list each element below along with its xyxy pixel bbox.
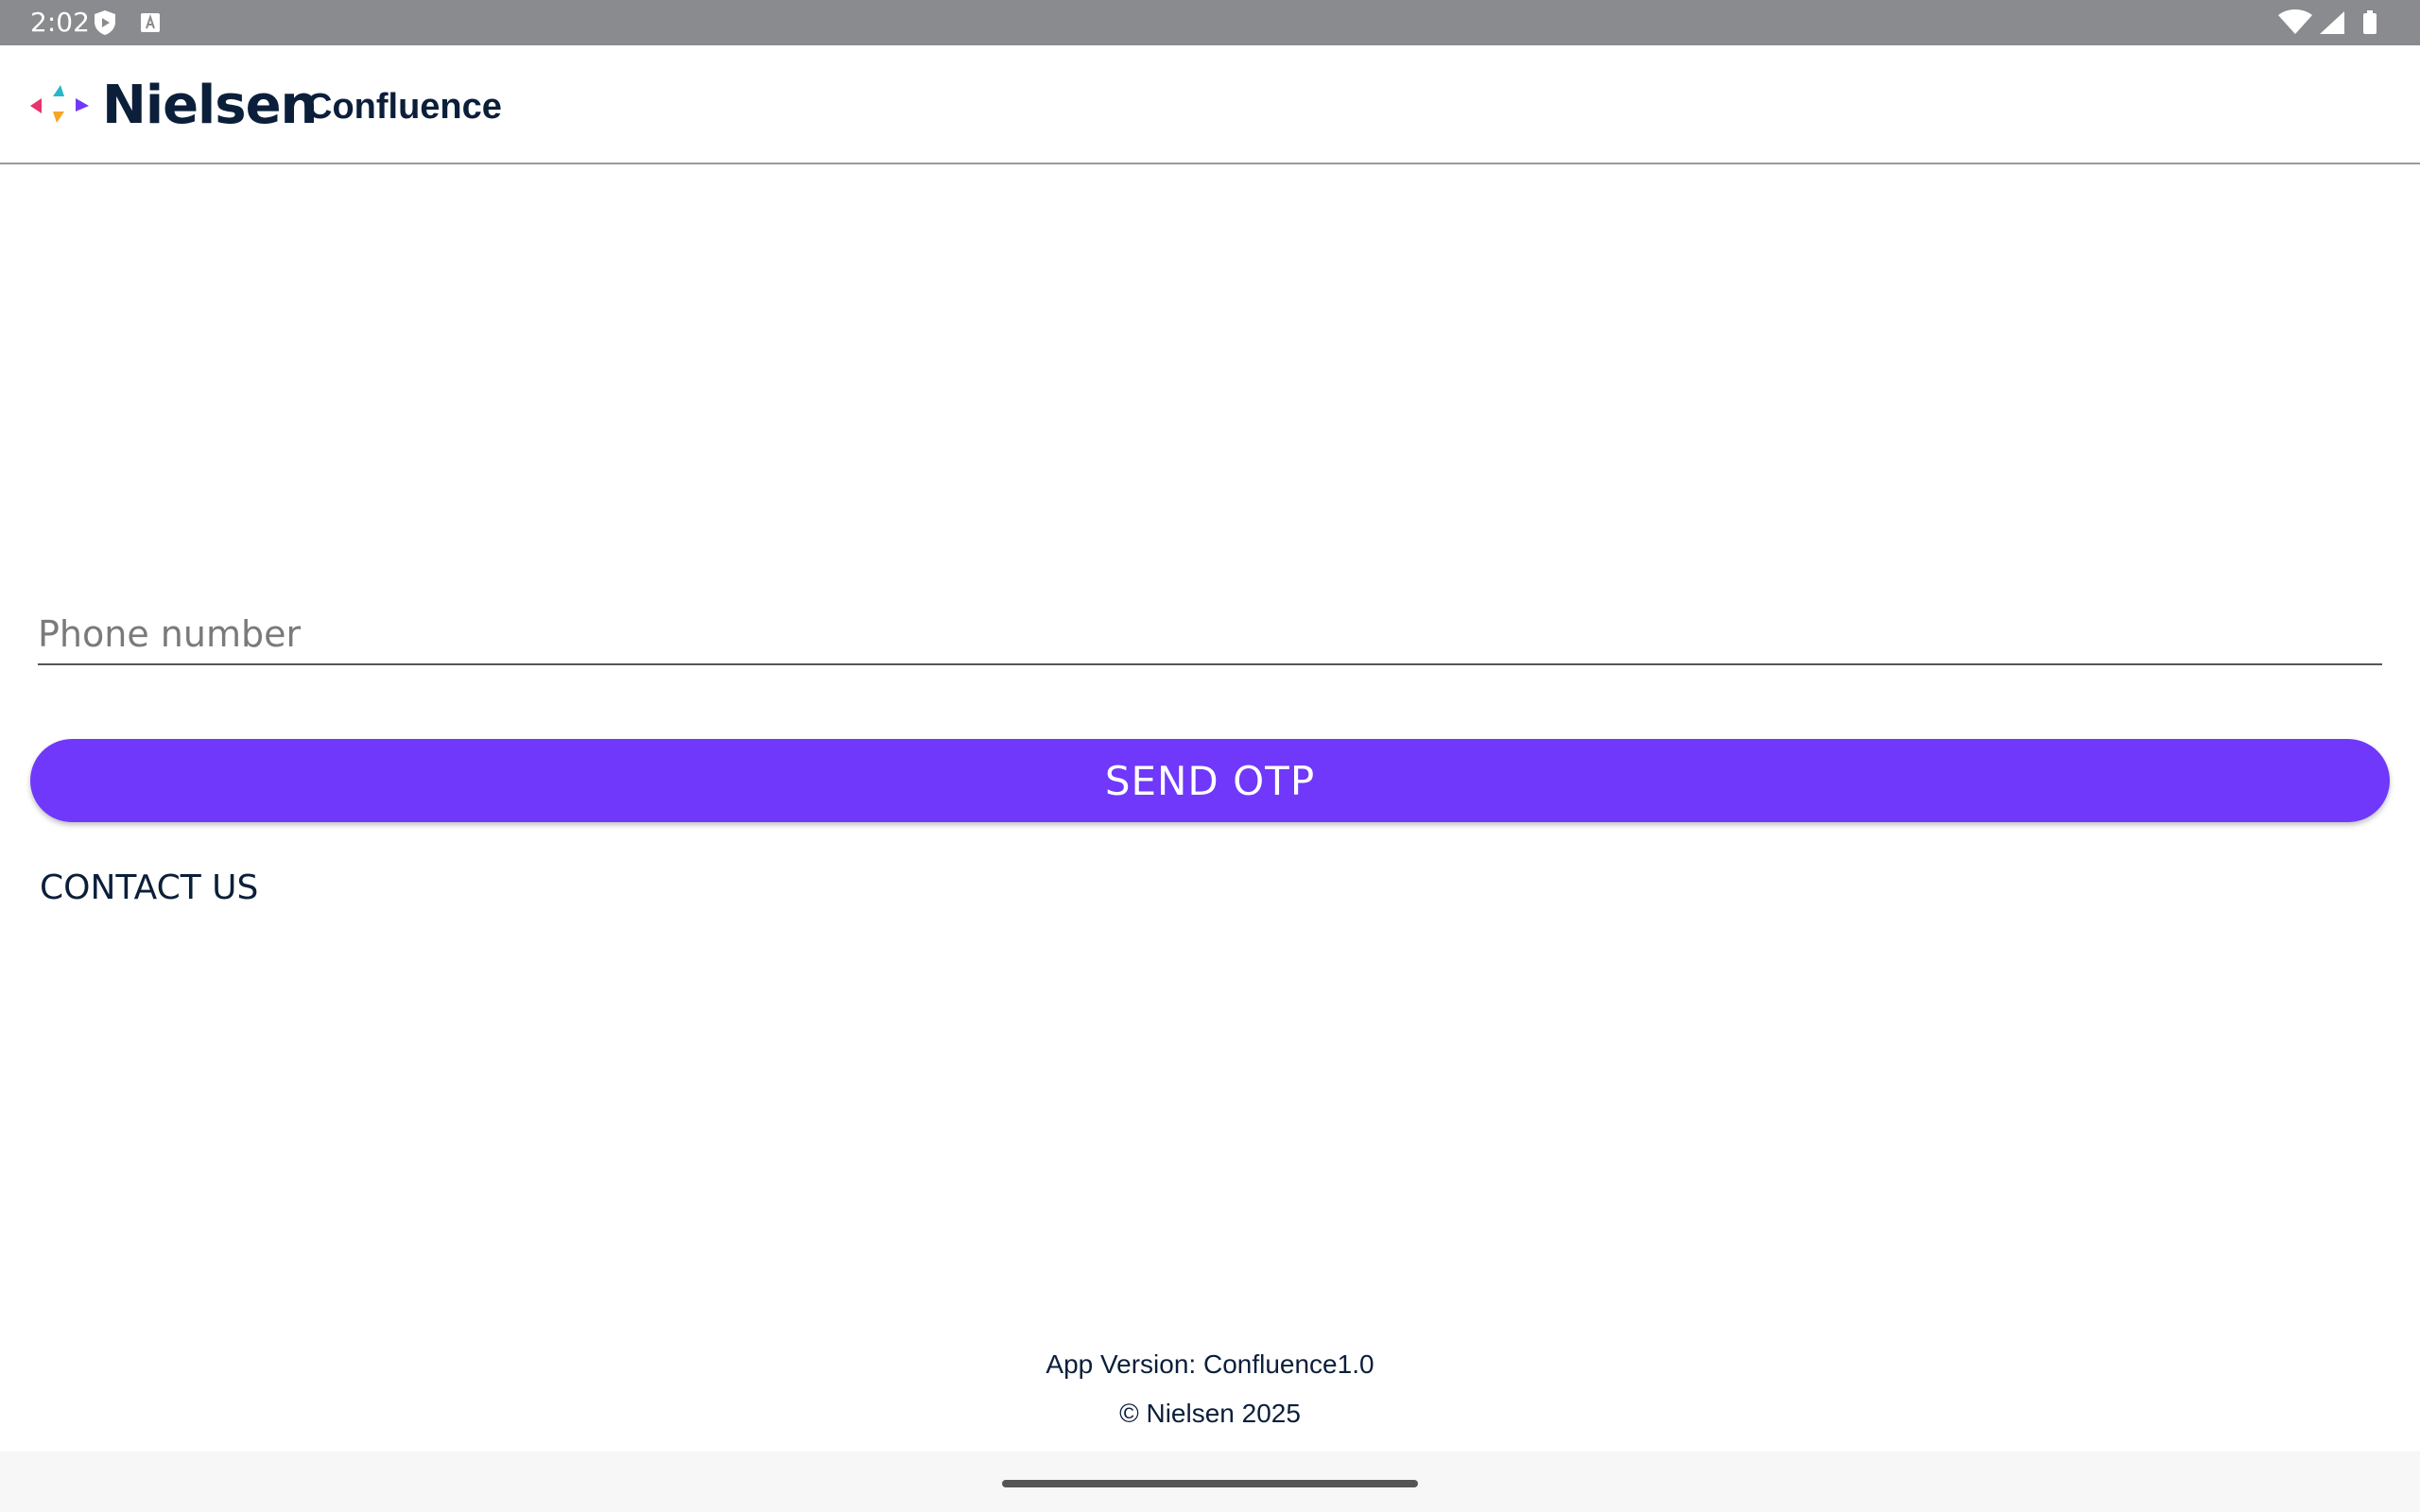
brand-wordmark: Nielsen — [102, 75, 318, 136]
navigation-bar — [0, 1452, 2420, 1512]
cell-signal-icon — [2320, 11, 2344, 34]
copyright-text: © Nielsen 2025 — [1119, 1399, 1301, 1428]
wifi-icon — [2278, 9, 2312, 34]
shield-play-icon — [95, 10, 115, 35]
status-bar: 2:02 — [0, 0, 2420, 45]
app-bar: Nielsen Confluence — [0, 45, 2420, 164]
battery-icon — [2363, 10, 2377, 34]
app-title: Confluence — [306, 87, 502, 127]
status-icons-right — [2278, 9, 2377, 34]
home-gesture-handle[interactable] — [1002, 1480, 1418, 1487]
send-otp-button[interactable]: SEND OTP — [30, 739, 2390, 822]
keyboard-a-icon — [141, 13, 160, 32]
contact-us-link[interactable]: CONTACT US — [40, 868, 258, 909]
phone-number-input[interactable] — [38, 605, 2382, 665]
nielsen-logo-icon — [30, 85, 89, 123]
login-screen: 2:02 Nielsen Confluence Phone number SEN… — [0, 0, 2420, 1512]
app-version-text: App Version: Confluence1.0 — [1046, 1349, 1374, 1379]
status-time: 2:02 — [30, 7, 90, 38]
